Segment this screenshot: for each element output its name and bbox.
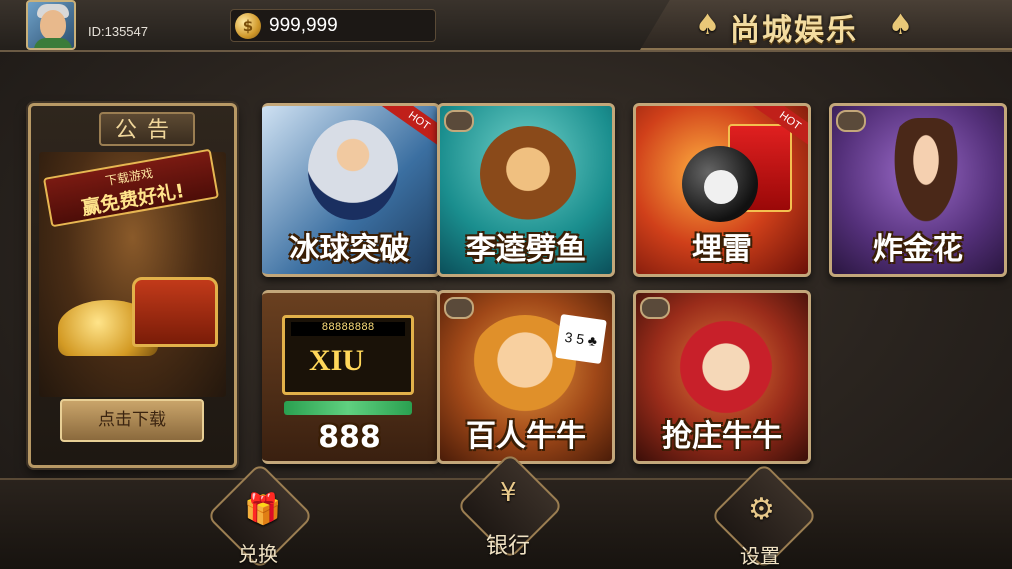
game-tile-888-slot[interactable]: 88888888 XIU 888 (262, 290, 440, 464)
game-label: 抢庄牛牛 (662, 419, 782, 454)
slot-machine-image: 88888888 XIU (282, 315, 414, 395)
gift-icon: 🎁 (244, 492, 282, 527)
game-label: 埋雷 (692, 232, 752, 267)
spade-icon: ♠ (695, 8, 721, 41)
game-tile-ice-hockey[interactable]: HOT 冰球突破 (262, 103, 440, 277)
avatar-body (34, 38, 72, 48)
cloud-icon (444, 110, 474, 132)
slot-buttons (284, 401, 412, 415)
treasure-chest-image (132, 277, 218, 347)
coin-balance-box[interactable]: $ 999,999 (230, 9, 436, 42)
game-label: 李逵劈鱼 (466, 232, 586, 267)
hockey-player-image (308, 120, 398, 220)
playing-cards-image: 3 5 ♣ (555, 314, 607, 364)
cloud-icon (444, 297, 474, 319)
game-label: 百人牛牛 (466, 419, 586, 454)
cloud-icon (836, 110, 866, 132)
slot-reel: XIU (309, 344, 365, 377)
brand-title: 尚城娱乐 (730, 13, 858, 48)
game-tile-banker-niuniu[interactable]: 抢庄牛牛 (633, 290, 811, 464)
game-tile-mines[interactable]: HOT 埋雷 (633, 103, 811, 277)
bank-button[interactable]: 银行 (486, 528, 530, 560)
download-button[interactable]: 点击下载 (60, 399, 204, 442)
pirate-character-image (676, 301, 776, 421)
user-avatar[interactable] (26, 0, 76, 50)
coin-icon: $ (235, 13, 261, 39)
money-bag-icon: ¥ (500, 478, 517, 508)
avatar-face (40, 10, 66, 40)
game-tile-hundred-niuniu[interactable]: 3 5 ♣ 百人牛牛 (437, 290, 615, 464)
game-tile-likui-fishing[interactable]: 李逵劈鱼 (437, 103, 615, 277)
exchange-button[interactable]: 兑换 (238, 538, 278, 567)
gear-icon: ⚙ (748, 492, 775, 527)
skull-icon (704, 170, 738, 204)
game-tile-zhajinhua[interactable]: 炸金花 (829, 103, 1007, 277)
coin-balance: 999,999 (269, 15, 338, 36)
notice-title: 公告 (99, 112, 195, 146)
game-label: 炸金花 (873, 232, 963, 267)
user-id: ID:135547 (88, 24, 148, 39)
settings-button[interactable]: 设置 (740, 540, 780, 569)
game-label: 冰球突破 (289, 232, 410, 267)
spade-icon: ♠ (888, 8, 914, 41)
game-label: 888 (318, 420, 381, 455)
dealer-woman-image (886, 118, 966, 238)
cloud-icon (640, 297, 670, 319)
slot-digits: 88888888 (291, 322, 405, 336)
likui-character-image (480, 126, 576, 222)
